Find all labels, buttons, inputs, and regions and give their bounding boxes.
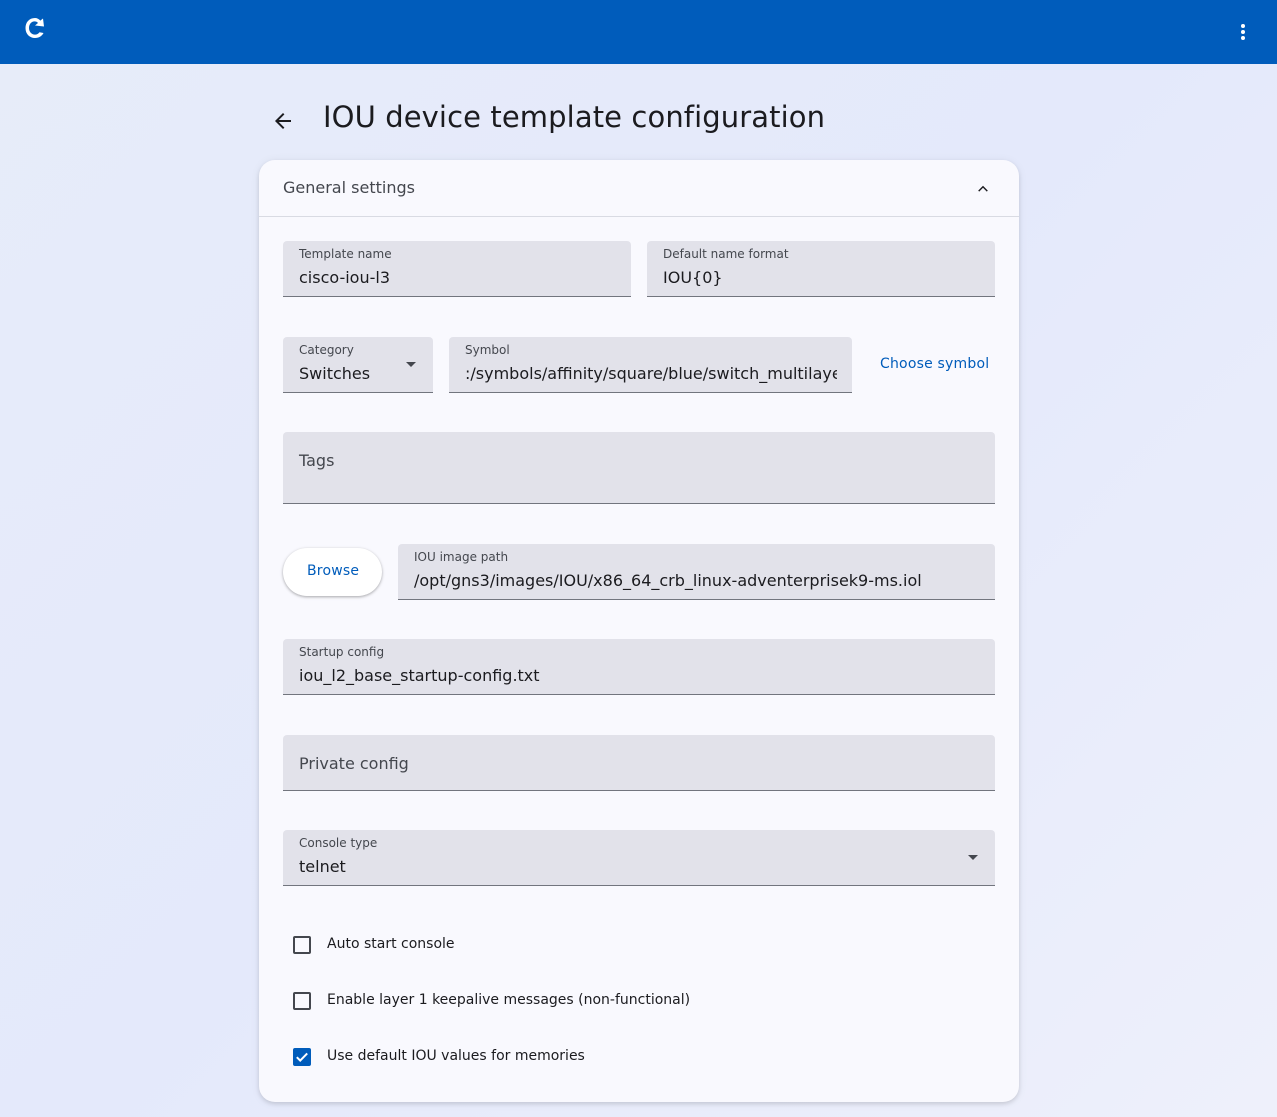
private-config-field[interactable]: Private config xyxy=(283,735,995,791)
checkbox-box[interactable] xyxy=(293,992,311,1010)
checkbox-label: Auto start console xyxy=(327,936,455,952)
field-label: Template name xyxy=(299,247,392,261)
checkbox-box[interactable] xyxy=(293,936,311,954)
startup-config-field[interactable]: Startup config iou_l2_base_startup-confi… xyxy=(283,639,995,695)
field-label: Default name format xyxy=(663,247,789,261)
chevron-up-icon[interactable] xyxy=(975,180,991,196)
field-value: /opt/gns3/images/IOU/x86_64_crb_linux-ad… xyxy=(414,571,922,590)
top-app-bar xyxy=(0,0,1277,64)
field-label: IOU image path xyxy=(414,550,509,564)
check-icon xyxy=(296,1052,308,1063)
field-value: iou_l2_base_startup-config.txt xyxy=(299,666,540,685)
default-iou-memories-checkbox[interactable]: Use default IOU values for memories xyxy=(293,1047,693,1067)
panel-header[interactable]: General settings xyxy=(259,160,1019,217)
field-value: IOU{0} xyxy=(663,268,723,287)
choose-symbol-button[interactable]: Choose symbol xyxy=(880,356,989,372)
panel-title: General settings xyxy=(283,178,415,197)
page-title: IOU device template configuration xyxy=(323,100,826,134)
more-vert-icon[interactable] xyxy=(1228,16,1258,48)
field-label: Symbol xyxy=(465,343,510,357)
general-settings-panel: General settings Template name cisco-iou… xyxy=(259,160,1019,1102)
gns3-logo-icon[interactable] xyxy=(24,16,46,40)
iou-image-path-field[interactable]: IOU image path /opt/gns3/images/IOU/x86_… xyxy=(398,544,995,600)
default-name-format-field[interactable]: Default name format IOU{0} xyxy=(647,241,995,297)
arrow-back-icon[interactable] xyxy=(266,104,300,138)
field-value: :/symbols/affinity/square/blue/switch_mu… xyxy=(465,364,837,383)
category-select[interactable]: Category Switches xyxy=(283,337,433,393)
field-label: Startup config xyxy=(299,645,385,659)
field-placeholder: Private config xyxy=(299,754,409,773)
browse-button-label: Browse xyxy=(307,563,360,579)
tags-field[interactable]: Tags xyxy=(283,432,995,504)
field-placeholder: Tags xyxy=(299,451,335,470)
symbol-field[interactable]: Symbol :/symbols/affinity/square/blue/sw… xyxy=(449,337,852,393)
field-value: cisco-iou-l3 xyxy=(299,268,391,287)
dropdown-arrow-icon xyxy=(968,855,978,860)
checkbox-box[interactable] xyxy=(293,1048,311,1066)
browse-button[interactable]: Browse xyxy=(283,548,382,596)
field-value: telnet xyxy=(299,857,346,876)
layer1-keepalive-checkbox[interactable]: Enable layer 1 keepalive messages (non-f… xyxy=(293,991,793,1011)
template-name-field[interactable]: Template name cisco-iou-l3 xyxy=(283,241,631,297)
checkbox-label: Use default IOU values for memories xyxy=(327,1048,585,1064)
console-type-select[interactable]: Console type telnet xyxy=(283,830,995,886)
dropdown-arrow-icon xyxy=(406,362,416,367)
field-label: Console type xyxy=(299,836,378,850)
field-label: Category xyxy=(299,343,354,357)
auto-start-console-checkbox[interactable]: Auto start console xyxy=(293,935,693,955)
checkbox-label: Enable layer 1 keepalive messages (non-f… xyxy=(327,992,691,1008)
field-value: Switches xyxy=(299,364,371,383)
